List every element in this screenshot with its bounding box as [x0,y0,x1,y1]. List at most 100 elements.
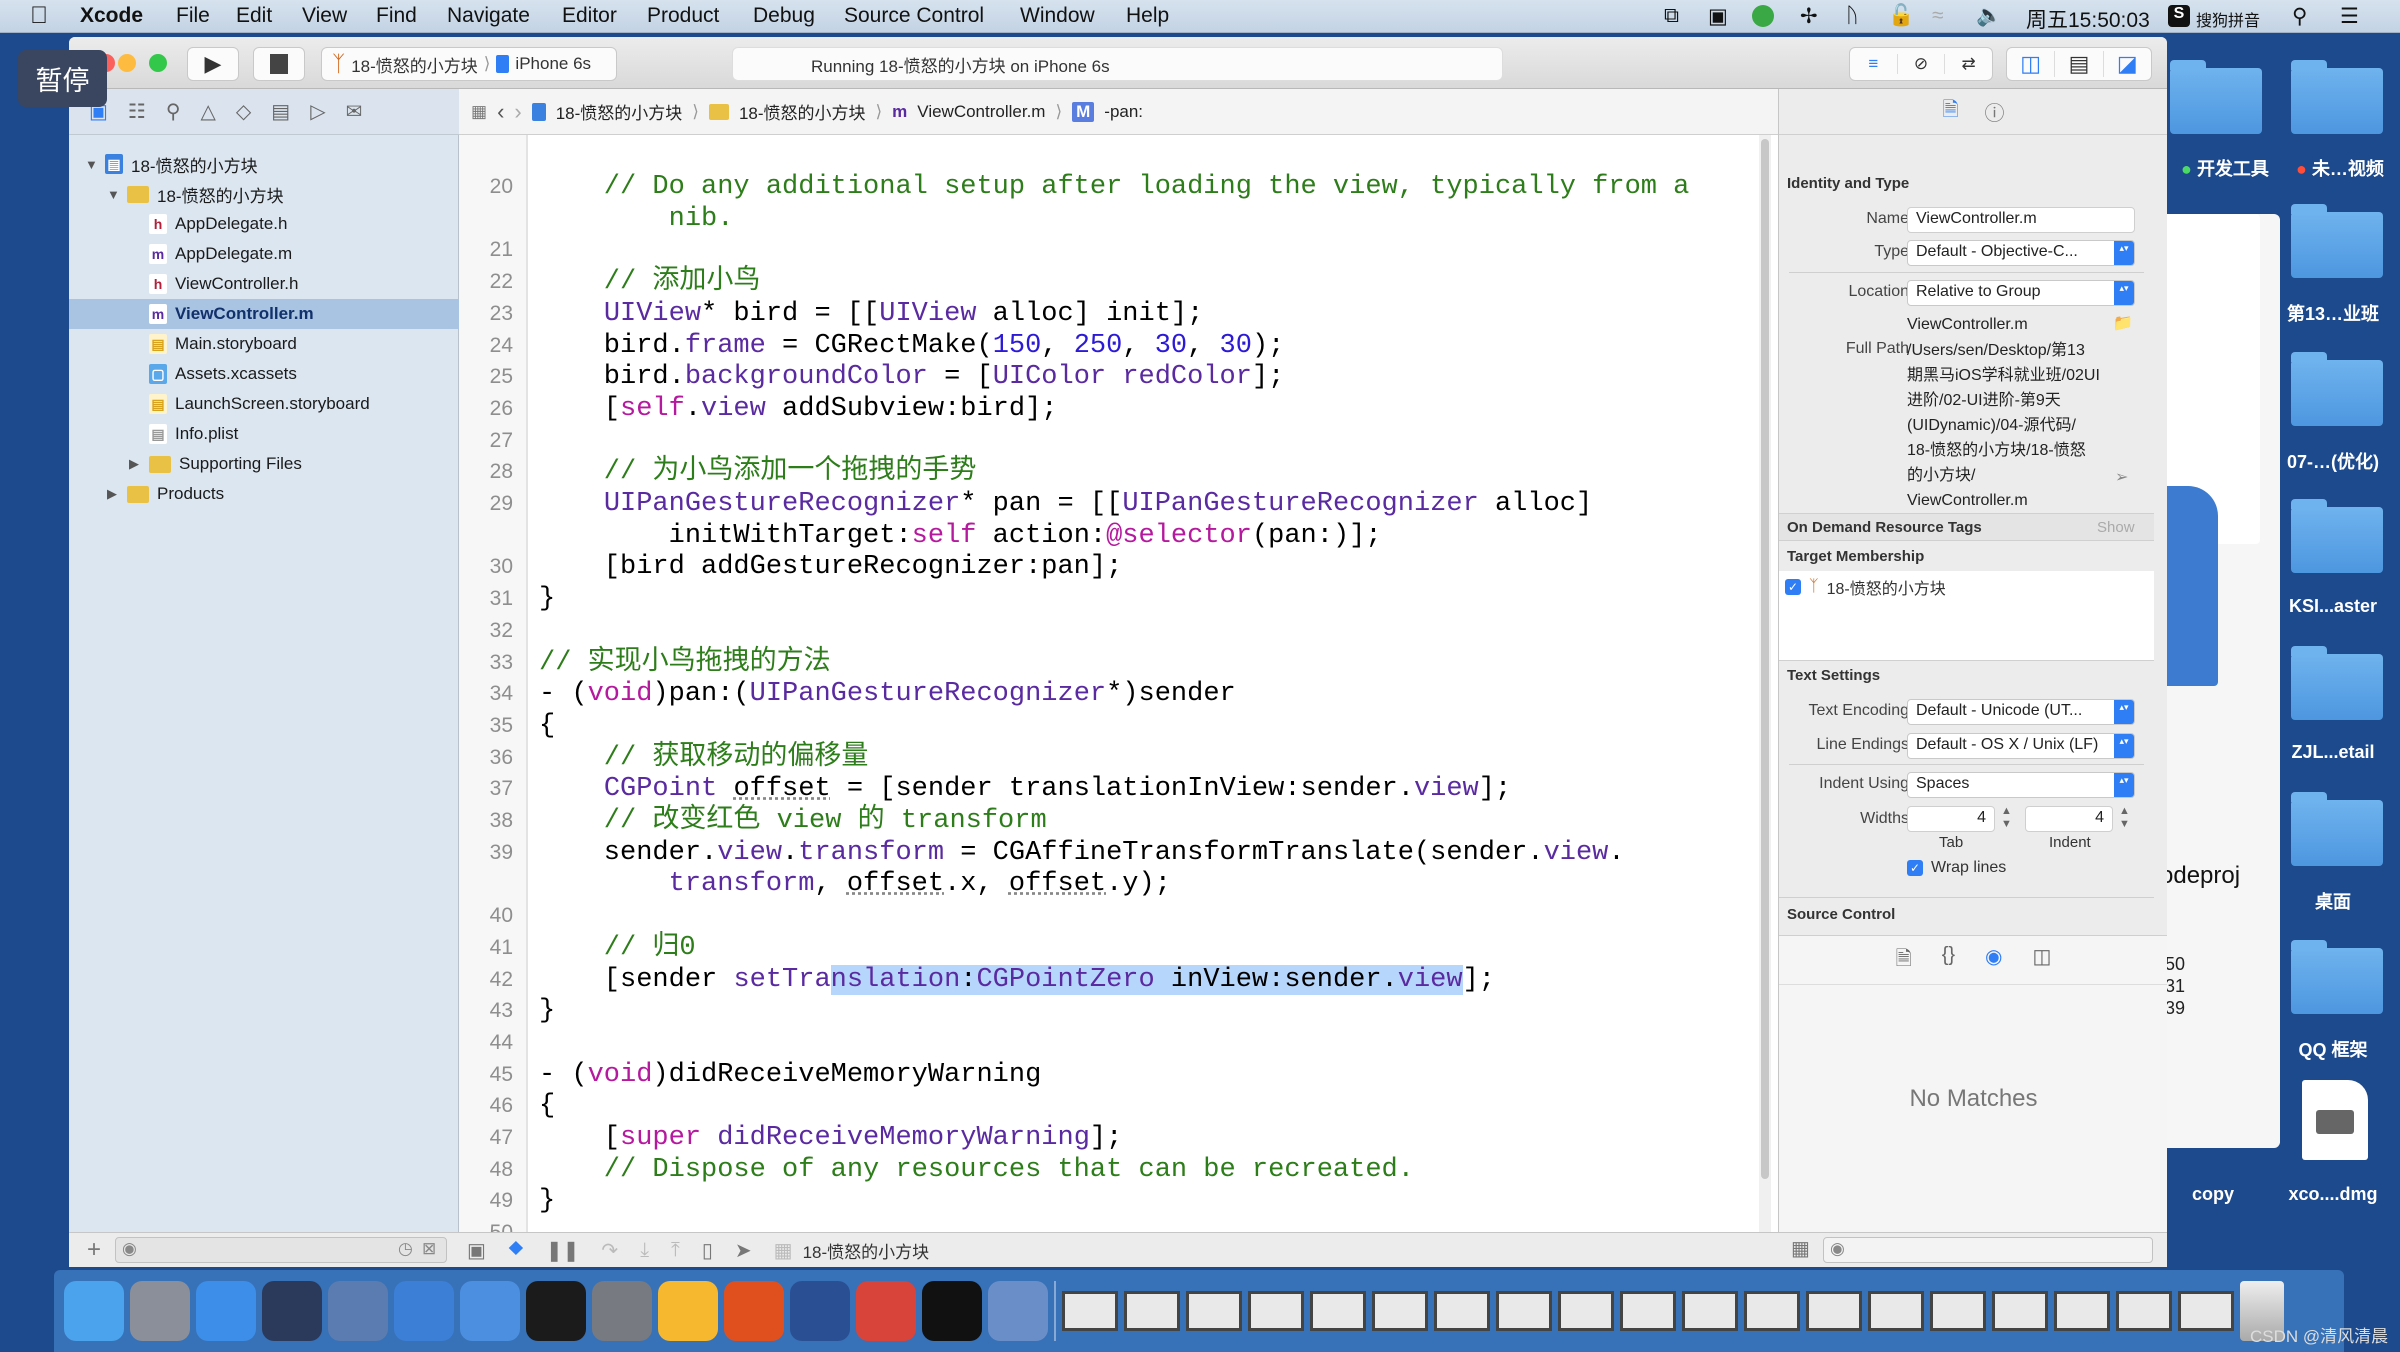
code-line[interactable]: 45 - (void)didReceiveMemoryWarning [459,1059,1759,1091]
minimize-window-button[interactable] [118,54,136,72]
navigator-item[interactable]: ▢ Assets.xcassets [69,359,459,389]
disclosure-triangle-icon[interactable]: ▶ [107,486,121,502]
minimized-window-thumbnail[interactable] [1496,1291,1552,1331]
jump-bar-file[interactable]: ViewController.m [917,102,1045,122]
input-method-label[interactable]: 搜狗拼音 [2196,7,2260,31]
name-field[interactable]: ViewController.m [1907,207,2135,233]
minimized-window-thumbnail[interactable] [1682,1291,1738,1331]
code-line[interactable]: 48 // Dispose of any resources that can … [459,1154,1759,1186]
bluetooth-icon[interactable]: ᚢ [1846,4,1859,28]
media-library-icon[interactable]: ◫ [2033,944,2052,978]
modified-files-icon[interactable]: ⊠ [422,1239,436,1259]
forward-button[interactable]: › [514,99,521,125]
stop-button[interactable] [253,47,305,81]
sogou-icon[interactable]: S [2168,5,2190,27]
tab-width-field[interactable]: 4 [1907,806,1995,832]
text-encoding-select[interactable]: Default - Unicode (UT... [1907,699,2135,725]
desktop-label[interactable]: 第13…业班 [2268,300,2398,326]
notification-list-icon[interactable]: ☰ [2340,4,2359,29]
editor-scrollbar[interactable] [1759,135,1771,1232]
step-into-icon[interactable]: ⤓ [640,1239,649,1262]
simulate-location-icon[interactable]: ➤ [735,1238,752,1263]
debug-navigator-tab-icon[interactable]: ▤ [271,99,290,124]
minimized-window-thumbnail[interactable] [1992,1291,2048,1331]
code-line[interactable]: 30 [bird addGestureRecognizer:pan]; [459,551,1759,583]
minimized-window-thumbnail[interactable] [2054,1291,2110,1331]
navigator-filter-input[interactable]: ◉ ◷ ⊠ [115,1237,447,1263]
test-navigator-tab-icon[interactable]: ◇ [236,99,251,124]
code-line[interactable]: 27 [459,425,1759,457]
minimized-window-thumbnail[interactable] [1372,1291,1428,1331]
wrap-lines-option[interactable]: ✓ Wrap lines [1907,859,2006,877]
code-line[interactable]: 38 // 改变红色 view 的 transform [459,805,1759,837]
desktop-label[interactable]: 桌面 [2268,888,2398,914]
terminal-icon[interactable] [526,1281,586,1341]
launchpad-icon[interactable] [130,1281,190,1341]
indent-width-stepper[interactable]: ▲ ▼ [2119,805,2130,831]
code-line[interactable]: 20 // Do any additional setup after load… [459,171,1759,203]
desktop-folder-icon[interactable] [2291,499,2383,573]
volume-icon[interactable]: 🔈 [1976,4,2002,28]
code-line[interactable]: 40 [459,900,1759,932]
menu-editor[interactable]: Editor [562,4,617,28]
quicktime-icon[interactable] [790,1281,850,1341]
menu-debug[interactable]: Debug [753,4,815,28]
navigator-item[interactable]: h AppDelegate.h [69,209,459,239]
step-over-icon[interactable]: ↷ [601,1238,618,1263]
file-template-library-icon[interactable]: 🗎 [1896,944,1912,978]
navigator-item[interactable]: ▤ Info.plist [69,419,459,449]
desktop-label[interactable]: xco....dmg [2268,1184,2398,1205]
desktop-folder-icon[interactable] [2291,646,2383,720]
finder-icon[interactable] [64,1281,124,1341]
navigator-item[interactable]: ▼ 18-愤怒的小方块 [69,179,459,209]
code-line[interactable]: 32 [459,615,1759,647]
code-line[interactable]: 31} [459,583,1759,615]
finder-window-partial[interactable]: odeproj :50 :31 :39 [2160,214,2280,1148]
code-line[interactable]: nib. [459,203,1759,235]
hide-debug-area-icon[interactable]: ▣ [467,1238,486,1263]
reveal-in-finder-icon[interactable]: ➢ [2115,467,2128,487]
line-endings-select[interactable]: Default - OS X / Unix (LF) [1907,733,2135,759]
indent-using-select[interactable]: Spaces [1907,772,2135,798]
toggle-navigator-icon[interactable]: ◫ [2007,51,2054,77]
desktop-label[interactable]: KSI...aster [2268,596,2398,617]
desktop-label[interactable]: copy [2148,1184,2278,1205]
code-line[interactable]: 37 CGPoint offset = [sender translationI… [459,773,1759,805]
minimized-window-thumbnail[interactable] [1930,1291,1986,1331]
desktop-folder-icon[interactable] [2291,204,2383,278]
wifi-icon[interactable]: ≈ [1932,4,1944,28]
desktop-folder-icon[interactable] [2291,60,2383,134]
code-line[interactable]: 26 [self.view addSubview:bird]; [459,393,1759,425]
pause-icon[interactable]: ❚❚ [546,1238,580,1263]
find-navigator-tab-icon[interactable]: ⚲ [166,99,181,124]
code-snippet-library-icon[interactable]: {} [1942,944,1955,978]
back-button[interactable]: ‹ [497,99,504,125]
sketch-icon[interactable] [658,1281,718,1341]
desktop-label[interactable]: 07-…(优化) [2268,448,2398,474]
recent-files-icon[interactable]: ◷ [398,1239,413,1259]
minimized-window-thumbnail[interactable] [1806,1291,1862,1331]
target-item[interactable]: ✓ ᛉ 18-愤怒的小方块 [1785,575,1946,599]
code-line[interactable]: 41 // 归0 [459,932,1759,964]
code-line[interactable]: 28 // 为小鸟添加一个拖拽的手势 [459,456,1759,488]
breakpoint-navigator-tab-icon[interactable]: ▷ [310,99,325,124]
code-line[interactable]: 23 UIView* bird = [[UIView alloc] init]; [459,298,1759,330]
navigator-item[interactable]: ▼ ▤ 18-愤怒的小方块 [69,149,459,179]
minimized-window-thumbnail[interactable] [1062,1291,1118,1331]
file-inspector-tab-icon[interactable]: 🗎 [1942,95,1958,129]
code-line[interactable]: 22 // 添加小鸟 [459,266,1759,298]
report-navigator-tab-icon[interactable]: ✉ [346,99,363,124]
desktop-folder-icon[interactable] [2291,792,2383,866]
desktop-label[interactable]: QQ 框架 [2268,1036,2398,1062]
desktop-folder-icon[interactable] [2291,352,2383,426]
run-button[interactable]: ▶ [187,47,239,81]
desktop-label[interactable]: ● 未…视频 [2275,155,2400,181]
tab-width-stepper[interactable]: ▲ ▼ [2001,805,2012,831]
choose-folder-icon[interactable]: 📁 [2113,313,2133,333]
location-select[interactable]: Relative to Group [1907,280,2135,306]
menu-product[interactable]: Product [647,4,719,28]
source-editor[interactable]: 20 // Do any additional setup after load… [459,135,1778,1232]
minimized-window-thumbnail[interactable] [1744,1291,1800,1331]
jump-bar-group[interactable]: 18-愤怒的小方块 [739,99,866,124]
menu-source-control[interactable]: Source Control [844,4,984,28]
